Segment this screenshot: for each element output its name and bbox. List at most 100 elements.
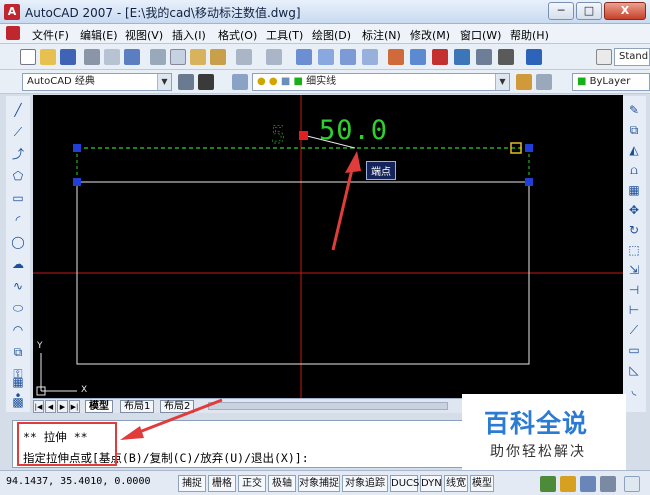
workspace-settings-icon[interactable]	[178, 74, 194, 90]
color-select[interactable]: ■ ByLayer	[572, 73, 650, 91]
move-icon[interactable]: ✥	[626, 202, 642, 218]
autocad-app-icon[interactable]: A	[4, 4, 20, 20]
cut-icon[interactable]	[150, 49, 166, 65]
chevron-down-icon[interactable]: ▼	[157, 74, 171, 90]
toggle-dyn[interactable]: DYN	[420, 475, 442, 492]
copy-object-icon[interactable]: ⧉	[626, 122, 642, 138]
chevron-down-icon[interactable]: ▼	[495, 74, 509, 90]
copy-icon[interactable]	[170, 49, 186, 65]
scale-icon[interactable]: ⬚	[626, 242, 642, 258]
menu-edit[interactable]: 编辑(E)	[80, 27, 118, 43]
pan-icon[interactable]	[296, 49, 312, 65]
array-icon[interactable]: ▦	[626, 182, 642, 198]
offset-icon[interactable]: ⩍	[626, 162, 642, 178]
help-icon[interactable]	[526, 49, 542, 65]
undo-icon[interactable]	[236, 49, 252, 65]
toggle-polar[interactable]: 极轴	[268, 475, 296, 492]
close-button[interactable]: X	[604, 2, 646, 20]
redo-icon[interactable]	[266, 49, 282, 65]
workspace-select[interactable]: AutoCAD 经典 ▼	[22, 73, 172, 91]
make-layer-current-icon[interactable]	[516, 74, 532, 90]
tab-first-icon[interactable]: |◀	[33, 400, 44, 413]
save-icon[interactable]	[60, 49, 76, 65]
polyline-icon[interactable]: ⤴	[10, 146, 26, 162]
drawing-canvas[interactable]: 5 50.0 端点 Y X	[33, 95, 623, 413]
trim-icon[interactable]: ⊣	[626, 282, 642, 298]
circle-icon[interactable]: ◯	[10, 234, 26, 250]
menu-window[interactable]: 窗口(W)	[460, 27, 501, 43]
menu-help[interactable]: 帮助(H)	[510, 27, 549, 43]
horizontal-scrollbar[interactable]	[208, 402, 448, 410]
calculator-icon[interactable]	[498, 49, 514, 65]
status-menu-icon[interactable]	[600, 476, 616, 492]
command-prompt-options[interactable]: [基点(B)/复制(C)/放弃(U)/退出(X)]:	[92, 451, 309, 465]
communication-center-icon[interactable]	[580, 476, 596, 492]
menu-tools[interactable]: 工具(T)	[266, 27, 303, 43]
plot-preview-icon[interactable]	[104, 49, 120, 65]
menu-insert[interactable]: 插入(I)	[172, 27, 206, 43]
ellipse-icon[interactable]: ⬭	[10, 300, 26, 316]
spline-icon[interactable]: ∿	[10, 278, 26, 294]
print-icon[interactable]	[84, 49, 100, 65]
hatch-icon[interactable]: ▦	[10, 374, 26, 390]
construction-line-icon[interactable]: ⟋	[10, 124, 26, 140]
workspace-save-icon[interactable]	[198, 74, 214, 90]
menu-file[interactable]: 文件(F)	[32, 27, 69, 43]
menu-view[interactable]: 视图(V)	[125, 27, 163, 43]
menu-draw[interactable]: 绘图(D)	[312, 27, 351, 43]
lock-toolbar-icon[interactable]	[560, 476, 576, 492]
text-style-select[interactable]: Stand	[614, 48, 650, 66]
join-icon[interactable]: ▭	[626, 342, 642, 358]
zoom-window-icon[interactable]	[340, 49, 356, 65]
gradient-icon[interactable]: ▩	[10, 394, 26, 410]
layer-previous-icon[interactable]	[536, 74, 552, 90]
paste-icon[interactable]	[190, 49, 206, 65]
arc-icon[interactable]: ◜	[10, 212, 26, 228]
open-folder-icon[interactable]	[40, 49, 56, 65]
rectangle-icon[interactable]: ▭	[10, 190, 26, 206]
dimension-text[interactable]: 50.0	[319, 115, 388, 146]
text-style-icon[interactable]	[596, 49, 612, 65]
layer-properties-icon[interactable]	[232, 74, 248, 90]
stretch-icon[interactable]: ⇲	[626, 262, 642, 278]
minimize-button[interactable]: ─	[548, 2, 574, 20]
document-icon[interactable]	[6, 26, 20, 40]
zoom-realtime-icon[interactable]	[318, 49, 334, 65]
toggle-grid[interactable]: 栅格	[208, 475, 236, 492]
tool-palettes-icon[interactable]	[432, 49, 448, 65]
chamfer-icon[interactable]: ◺	[626, 362, 642, 378]
fillet-icon[interactable]: ◟	[626, 382, 642, 398]
erase-icon[interactable]: ✎	[626, 102, 642, 118]
menu-format[interactable]: 格式(O)	[218, 27, 257, 43]
polygon-icon[interactable]: ⬠	[10, 168, 26, 184]
tab-next-icon[interactable]: ▶	[57, 400, 68, 413]
ellipse-arc-icon[interactable]: ◠	[10, 322, 26, 338]
mirror-icon[interactable]: ◭	[626, 142, 642, 158]
publish-icon[interactable]	[124, 49, 140, 65]
tab-last-icon[interactable]: ▶|	[69, 400, 80, 413]
menu-modify[interactable]: 修改(M)	[410, 27, 450, 43]
toggle-ducs[interactable]: DUCS	[390, 475, 419, 492]
toggle-lineweight[interactable]: 线宽	[444, 475, 468, 492]
tray-settings-icon[interactable]	[540, 476, 556, 492]
coordinate-readout[interactable]: 94.1437, 35.4010, 0.0000	[6, 476, 151, 487]
break-icon[interactable]: ⟋	[626, 322, 642, 338]
tab-model[interactable]: 模型	[85, 400, 113, 413]
properties-icon[interactable]	[388, 49, 404, 65]
zoom-previous-icon[interactable]	[362, 49, 378, 65]
new-file-icon[interactable]	[20, 49, 36, 65]
extend-icon[interactable]: ⊢	[626, 302, 642, 318]
toggle-osnap[interactable]: 对象捕捉	[298, 475, 340, 492]
toggle-snap[interactable]: 捕捉	[178, 475, 206, 492]
layer-select[interactable]: ● ● ■ ■ 细实线 ▼	[252, 73, 510, 91]
sheet-set-icon[interactable]	[454, 49, 470, 65]
revision-cloud-icon[interactable]: ☁	[10, 256, 26, 272]
match-properties-icon[interactable]	[210, 49, 226, 65]
toggle-model[interactable]: 模型	[470, 475, 494, 492]
rotate-icon[interactable]: ↻	[626, 222, 642, 238]
toggle-otrack[interactable]: 对象追踪	[342, 475, 388, 492]
maximize-button[interactable]: □	[576, 2, 602, 20]
toggle-ortho[interactable]: 正交	[238, 475, 266, 492]
design-center-icon[interactable]	[410, 49, 426, 65]
markup-icon[interactable]	[476, 49, 492, 65]
